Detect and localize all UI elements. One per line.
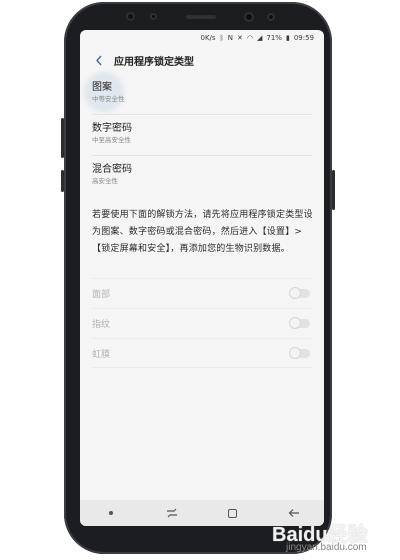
chevron-left-icon xyxy=(96,55,102,65)
toggle-knob xyxy=(289,317,301,329)
list-item-subtitle: 高安全性 xyxy=(92,177,118,185)
home-icon xyxy=(228,508,237,518)
list-item-title: 图案 xyxy=(92,82,112,93)
toggle-knob xyxy=(289,346,301,359)
watermark-url: jingyan.baidu.com xyxy=(286,542,367,553)
lock-type-pattern[interactable]: 图案 中等安全性 xyxy=(92,74,312,115)
signal-icon: ◢ xyxy=(257,33,263,42)
phone-side-button-right xyxy=(332,170,335,210)
mute-icon: ✕ xyxy=(237,33,243,42)
status-bar: 0K/s ᛒ N ✕ ◠ ◢ 71% ▮ 09:59 xyxy=(80,30,324,46)
nfc-icon: N xyxy=(227,33,234,42)
notification-dot-icon xyxy=(108,511,113,515)
notification-dot-button[interactable] xyxy=(96,503,126,523)
biometric-label: 指纹 xyxy=(92,320,111,330)
iris-toggle[interactable] xyxy=(289,346,310,359)
bluetooth-icon: ᛒ xyxy=(219,33,224,42)
sensor-icon xyxy=(150,13,157,20)
network-speed: 0K/s xyxy=(200,34,216,42)
fingerprint-toggle[interactable] xyxy=(289,317,310,329)
battery-icon: ▮ xyxy=(285,33,290,42)
biometrics-description: 若要使用下面的解锁方法，请先将应用程序锁定类型设为图案、数字密码或混合密码，然后… xyxy=(92,210,313,254)
baidu-watermark: Baidu经验 jingyan.baidu.com xyxy=(272,516,370,556)
front-camera-icon xyxy=(244,12,254,22)
wifi-icon: ◠ xyxy=(246,33,253,42)
phone-screen: 0K/s ᛒ N ✕ ◠ ◢ 71% ▮ 09:59 应用程序锁定类型 图案 中… xyxy=(80,30,324,526)
list-item-subtitle: 中等安全性 xyxy=(92,95,125,103)
list-item-subtitle: 中至高安全性 xyxy=(92,136,131,144)
clock: 09:59 xyxy=(293,34,314,42)
biometrics-list: 面部 指纹 虹膜 xyxy=(92,278,312,368)
recents-button[interactable] xyxy=(157,503,187,523)
sensor-icon xyxy=(126,12,135,21)
phone-side-button-left xyxy=(61,118,64,158)
sensor-icon xyxy=(267,13,275,21)
list-item-title: 数字密码 xyxy=(92,123,132,134)
list-item-title: 混合密码 xyxy=(92,164,132,175)
lock-type-password[interactable]: 混合密码 高安全性 xyxy=(92,156,312,197)
phone-side-button-left-2 xyxy=(61,170,64,192)
biometric-label: 虹膜 xyxy=(92,349,111,360)
back-button[interactable] xyxy=(90,51,108,69)
recents-icon xyxy=(166,508,177,518)
biometric-face-row: 面部 xyxy=(92,278,312,308)
page-title: 应用程序锁定类型 xyxy=(114,56,194,68)
toggle-knob xyxy=(289,287,301,299)
biometric-label: 面部 xyxy=(92,290,111,300)
app-header: 应用程序锁定类型 xyxy=(80,48,324,72)
biometric-iris-row: 虹膜 xyxy=(92,338,312,368)
lock-type-pin[interactable]: 数字密码 中至高安全性 xyxy=(92,115,312,156)
battery-percent: 71% xyxy=(266,34,282,42)
speaker-grille-icon xyxy=(186,15,216,19)
face-toggle[interactable] xyxy=(289,287,310,299)
biometric-fingerprint-row: 指纹 xyxy=(92,308,312,338)
lock-type-list: 图案 中等安全性 数字密码 中至高安全性 混合密码 高安全性 xyxy=(92,74,312,197)
home-button[interactable] xyxy=(218,503,248,523)
